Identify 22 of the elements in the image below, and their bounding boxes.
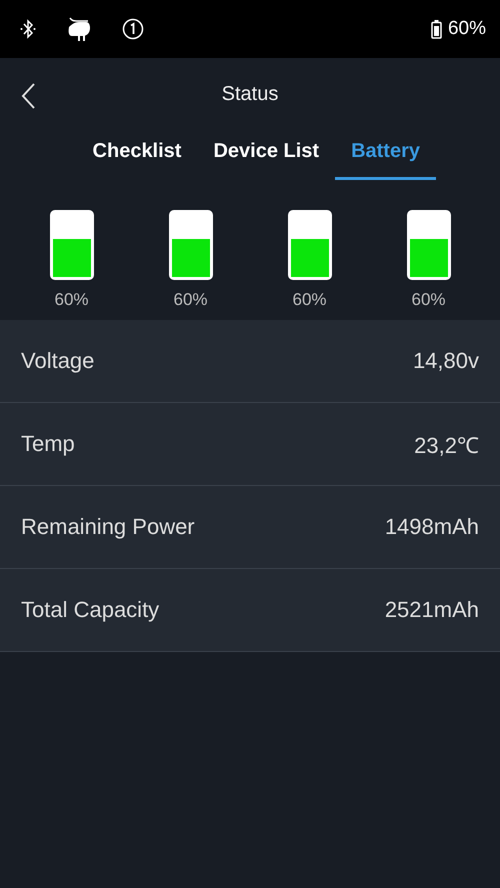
bluetooth-icon xyxy=(20,19,36,39)
row-value: 23,2℃ xyxy=(414,432,479,459)
row-label: Temp xyxy=(21,431,75,457)
tab[interactable]: Device List xyxy=(197,130,336,180)
cell-percentage: 60% xyxy=(173,290,208,310)
number-one-icon xyxy=(122,18,144,40)
row-label: Total Capacity xyxy=(21,597,160,623)
row-value: 14,80v xyxy=(412,348,479,374)
row-label: Remaining Power xyxy=(21,514,195,540)
tab[interactable]: Battery xyxy=(335,130,436,180)
drone-icon xyxy=(66,15,92,43)
screen-title: Status xyxy=(222,82,278,106)
tab[interactable]: Checklist xyxy=(76,130,198,180)
row-value: 1498mAh xyxy=(384,514,479,540)
row-label: Voltage xyxy=(21,348,94,374)
back-icon[interactable] xyxy=(20,82,36,110)
battery-icon xyxy=(430,20,442,38)
cell-percentage: 60% xyxy=(54,290,89,310)
cell-percentage: 60% xyxy=(292,290,327,310)
cell-percentage: 60% xyxy=(411,290,446,310)
row-value: 2521mAh xyxy=(384,597,479,623)
battery-percentage: 60% xyxy=(448,18,486,40)
